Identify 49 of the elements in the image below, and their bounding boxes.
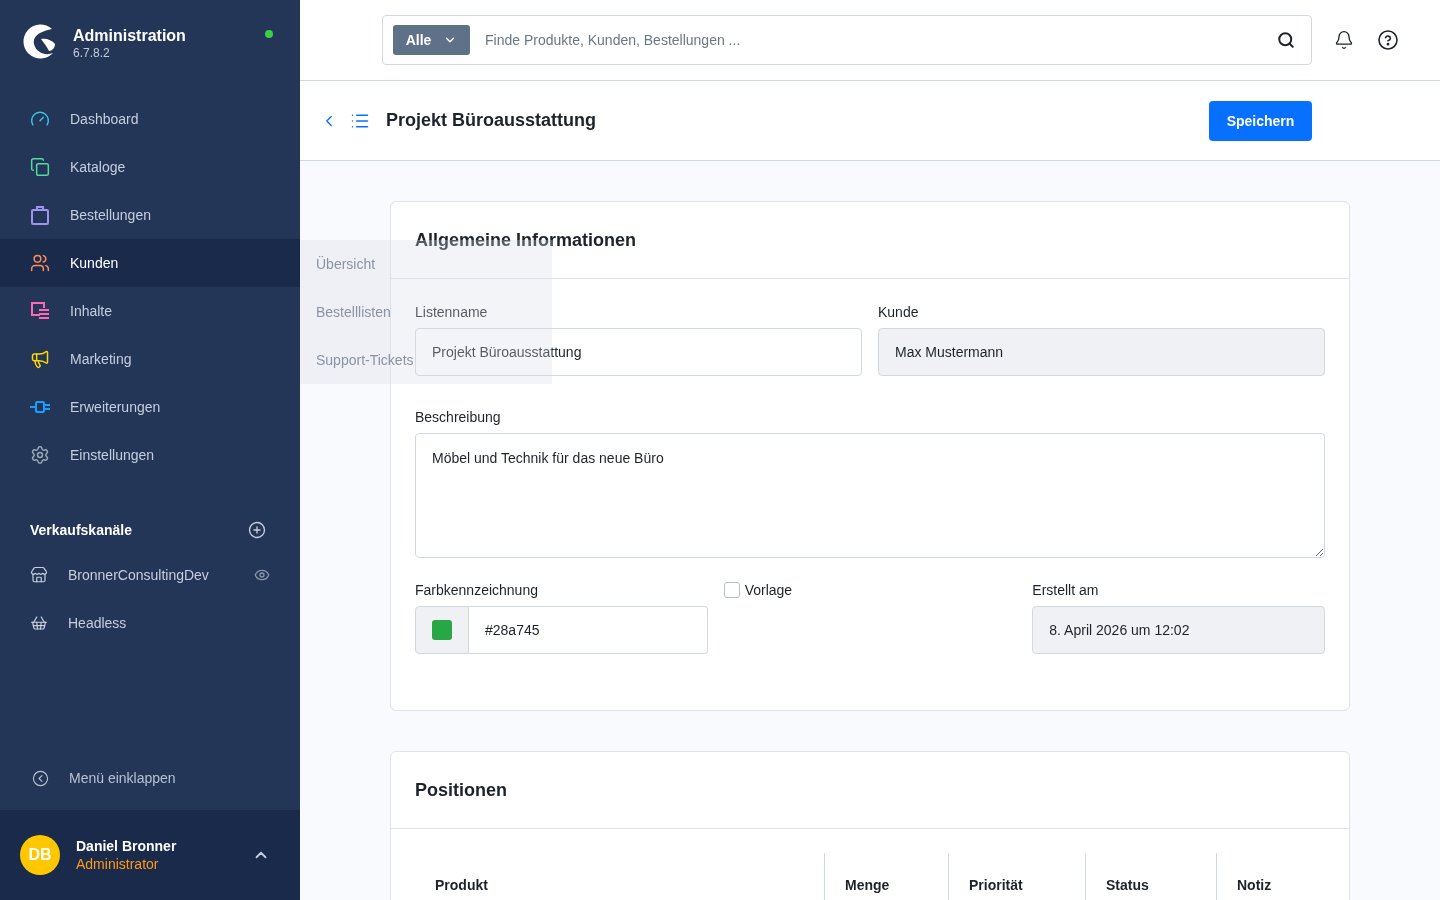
nav-item[interactable]: Kunden (0, 239, 300, 287)
nav-item[interactable]: Inhalte (0, 287, 300, 335)
color-picker-button[interactable] (415, 606, 469, 654)
column-header: Produkt (434, 876, 489, 895)
sales-channel-item[interactable]: BronnerConsultingDev (0, 551, 300, 599)
card-title: Allgemeine Informationen (415, 229, 637, 251)
user-role: Administrator (76, 856, 160, 872)
field-label: Erstellt am (1032, 581, 1100, 599)
field-label: Farbkennzeichnung (415, 581, 539, 599)
basket-icon (30, 614, 48, 632)
section-title: Verkaufskanäle (30, 522, 132, 538)
nav-item[interactable]: Dashboard (0, 95, 300, 143)
textarea-field[interactable]: Möbel und Technik für das neue Büro (415, 433, 1325, 558)
card-title: Positionen (415, 779, 507, 801)
field-label: Beschreibung (415, 408, 502, 426)
save-button[interactable]: Speichern (1209, 100, 1312, 141)
storefront-icon (30, 566, 48, 584)
search-field[interactable]: Alle Finde Produkte, Kunden, Bestellungen ... (382, 15, 1312, 65)
eye-icon[interactable] (254, 567, 270, 583)
column-header: Notiz (1216, 853, 1325, 900)
nav-item[interactable]: Erweiterungen (0, 383, 300, 431)
column-header: Priorität (948, 853, 1085, 900)
sales-channel-item[interactable]: Headless (0, 599, 300, 647)
nav-item[interactable]: Marketing (0, 335, 300, 383)
search-icon[interactable] (1277, 31, 1295, 49)
nav-item[interactable]: Kataloge (0, 143, 300, 191)
collapse-menu-link[interactable]: Menü einklappen (0, 754, 300, 802)
add-icon[interactable] (248, 521, 266, 539)
version-label: 6.7.8.2 (73, 46, 111, 61)
chevron-circle-icon (32, 769, 49, 787)
checkbox[interactable] (723, 582, 740, 598)
column-header: Menge (824, 853, 948, 900)
checkbox-label: Vorlage (744, 582, 793, 598)
logo-icon (22, 22, 58, 60)
bell-icon[interactable] (1334, 30, 1354, 50)
avatar: DB (20, 835, 60, 875)
input-field[interactable]: #28a745 (469, 606, 708, 654)
field-label: Kunde (878, 303, 920, 321)
field-label: Listenname (415, 303, 489, 321)
user-name: Daniel Bronner (76, 838, 177, 854)
user-panel[interactable]: DB Daniel Bronner Administrator (0, 810, 300, 900)
input-field[interactable]: Projekt Büroausstattung (415, 328, 862, 376)
app-title: Administration (73, 26, 186, 46)
nav-item[interactable]: Einstellungen (0, 431, 300, 479)
help-icon[interactable] (1378, 30, 1398, 50)
column-header: Status (1085, 853, 1216, 900)
search-scope-dropdown[interactable]: Alle (393, 25, 470, 55)
page-title: Projekt Büroausstattung (386, 110, 597, 131)
nav-item[interactable]: Bestellungen (0, 191, 300, 239)
